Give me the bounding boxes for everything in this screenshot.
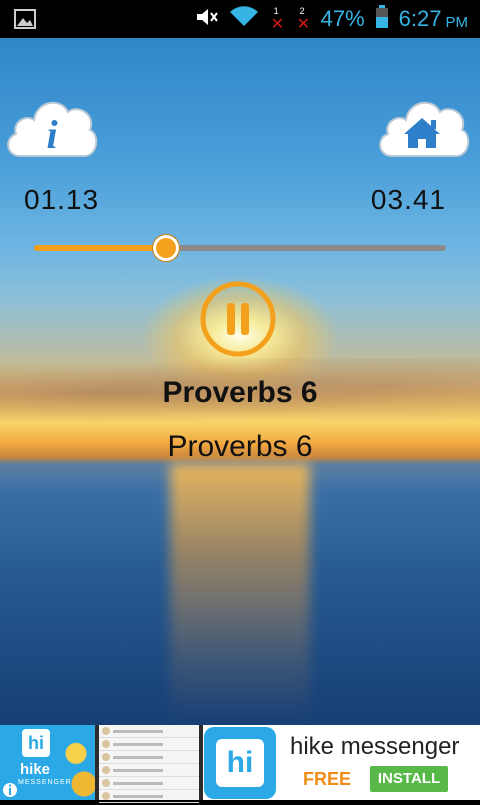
pause-button[interactable] (200, 281, 276, 357)
image-notification-icon (14, 9, 36, 34)
hike-app-icon[interactable]: hi (204, 727, 276, 799)
ad-info-icon[interactable] (0, 780, 20, 800)
seek-progress (34, 245, 166, 251)
seek-slider[interactable] (34, 234, 446, 262)
sun-reflection (170, 463, 310, 723)
ad-phone-screenshot[interactable] (95, 725, 203, 803)
track-subtitle: Proverbs 6 (167, 430, 313, 463)
info-icon: i (7, 101, 98, 157)
ad-title[interactable]: hike messenger (290, 733, 459, 761)
elapsed-time: 01.13 (24, 184, 100, 215)
wifi-icon (229, 5, 259, 33)
status-bar: 1 ✕ 2 ✕ 47% 6:27 PM (0, 0, 480, 38)
total-time: 03.41 (370, 184, 446, 215)
pause-icon (200, 281, 276, 357)
hi-logo-large: hi (216, 739, 264, 787)
battery-percent: 47% (320, 6, 365, 31)
no-signal-sim1-icon: 1 ✕ (270, 6, 285, 33)
ad-price: FREE (303, 769, 352, 789)
install-button[interactable]: INSTALL (370, 766, 448, 792)
player-background: i 01.13 03.41 Proverbs 6 Proverbs 6 (0, 38, 480, 725)
ad-banner[interactable]: hi hike MESSENGER hi hike messenger FREE… (0, 725, 480, 803)
ad-phone-screen (99, 725, 199, 803)
battery-icon (375, 4, 389, 34)
home-button[interactable] (374, 86, 474, 166)
svg-text:i: i (46, 112, 57, 157)
no-signal-sim2-icon: 2 ✕ (296, 6, 311, 33)
sticker-image (60, 733, 95, 800)
clock-ampm: PM (445, 13, 469, 31)
seek-thumb[interactable] (152, 234, 181, 262)
info-button[interactable]: i (2, 86, 102, 166)
home-icon (379, 101, 470, 157)
hike-wordmark: hike (20, 761, 51, 778)
track-title: Proverbs 6 (162, 376, 318, 409)
hi-logo-small: hi (22, 729, 50, 757)
clock: 6:27 (398, 6, 442, 31)
mute-icon (195, 6, 219, 33)
